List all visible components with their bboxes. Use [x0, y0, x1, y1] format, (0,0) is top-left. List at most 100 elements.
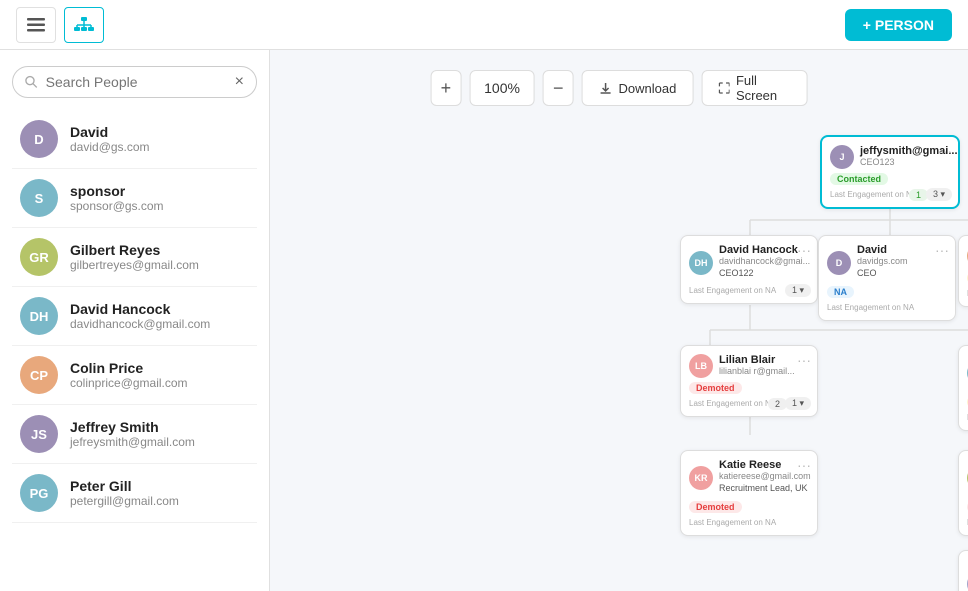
- node-avatar-lb: LB: [689, 354, 713, 378]
- node-avatar-dh: DH: [689, 251, 713, 275]
- person-info: Peter Gill petergill@gmail.com: [70, 478, 179, 508]
- search-box: ×: [12, 66, 257, 98]
- list-view-tab[interactable]: [16, 7, 56, 43]
- person-email: petergill@gmail.com: [70, 494, 179, 508]
- person-info: Colin Price colinprice@gmail.com: [70, 360, 188, 390]
- node-badge: Contacted: [830, 173, 888, 185]
- main-content: × D David david@gs.com S sponsor sponsor…: [0, 50, 968, 591]
- node-badge-kr: Demoted: [689, 501, 742, 513]
- person-item-s[interactable]: S sponsor sponsor@gs.com: [12, 169, 257, 228]
- node-footer-d: Last Engagement on NA: [827, 303, 947, 312]
- person-avatar: GR: [20, 238, 58, 276]
- org-chart-tab[interactable]: [64, 7, 104, 43]
- person-info: David david@gs.com: [70, 124, 150, 154]
- gilbert-reyes-node: ··· GR Gilbert Reyes gilbertreyes@gmai..…: [958, 450, 968, 536]
- node-avatar-kr: KR: [689, 466, 713, 490]
- search-input[interactable]: [46, 74, 227, 90]
- node-avatar: J: [830, 145, 854, 169]
- node-email-d: davidgs.com: [857, 256, 908, 266]
- person-info: David Hancock davidhancock@gmail.com: [70, 301, 210, 331]
- node-count2[interactable]: 3 ▾: [926, 188, 952, 201]
- fullscreen-button[interactable]: Full Screen: [701, 70, 807, 106]
- person-avatar: DH: [20, 297, 58, 335]
- person-name: Jeffrey Smith: [70, 419, 195, 435]
- node-badge-d: NA: [827, 286, 854, 298]
- list-icon: [27, 18, 45, 32]
- node-more-root[interactable]: ···: [938, 143, 952, 159]
- people-list: D David david@gs.com S sponsor sponsor@g…: [12, 110, 257, 523]
- person-item-d[interactable]: D David david@gs.com: [12, 110, 257, 169]
- toolbar: + PERSON: [0, 0, 968, 50]
- person-email: jefreysmith@gmail.com: [70, 435, 195, 449]
- download-label: Download: [619, 81, 677, 96]
- person-email: gilbertreyes@gmail.com: [70, 258, 199, 272]
- david-node: ··· D David davidgs.com CEO NA Last Enga…: [818, 235, 956, 321]
- person-info: sponsor sponsor@gs.com: [70, 183, 164, 213]
- add-person-label: + PERSON: [863, 17, 934, 33]
- node-count-lb[interactable]: 1 ▾: [785, 397, 811, 410]
- download-icon: [599, 81, 613, 95]
- node-count-dh[interactable]: 1 ▾: [785, 284, 811, 297]
- canvas-controls: + 100% − Download Full Screen: [431, 70, 808, 106]
- person-name: Peter Gill: [70, 478, 179, 494]
- node-role-dh: CEO122: [719, 268, 810, 278]
- canvas-area: + 100% − Download Full Screen: [270, 50, 968, 591]
- person-email: sponsor@gs.com: [70, 199, 164, 213]
- colin-price-node: ··· CP Colin Price colinprice@gmail.com …: [958, 235, 968, 307]
- node-more-dh[interactable]: ···: [797, 242, 811, 258]
- node-avatar-d: D: [827, 251, 851, 275]
- person-email: davidhancock@gmail.com: [70, 317, 210, 331]
- node-more-d[interactable]: ···: [935, 242, 949, 258]
- person-avatar: JS: [20, 415, 58, 453]
- person-item-cp[interactable]: CP Colin Price colinprice@gmail.com: [12, 346, 257, 405]
- person-info: Jeffrey Smith jefreysmith@gmail.com: [70, 419, 195, 449]
- person-item-dh[interactable]: DH David Hancock davidhancock@gmail.com: [12, 287, 257, 346]
- node-email-lb: lilianblai r@gmail...: [719, 366, 795, 376]
- org-chart-icon: [74, 17, 94, 33]
- person-avatar: CP: [20, 356, 58, 394]
- node-header-kr: KR Katie Reese katiereese@gmail.com Recr…: [689, 459, 809, 497]
- view-tabs: [16, 7, 104, 43]
- person-avatar: S: [20, 179, 58, 217]
- person-info: Gilbert Reyes gilbertreyes@gmail.com: [70, 242, 199, 272]
- clear-search-button[interactable]: ×: [235, 73, 244, 91]
- node-more-lb[interactable]: ···: [797, 352, 811, 368]
- node-name-lb: Lilian Blair: [719, 354, 795, 366]
- katie-reese-node: ··· KR Katie Reese katiereese@gmail.com …: [680, 450, 818, 536]
- peter-gill-node: ··· PG Peter Gill petergill@gmail.com CE…: [958, 345, 968, 431]
- node-name-d: David: [857, 244, 908, 256]
- add-person-button[interactable]: + PERSON: [845, 9, 952, 41]
- christopher-marks-node: ··· CM Christopher Marks christophermark…: [958, 550, 968, 591]
- person-name: David Hancock: [70, 301, 210, 317]
- person-name: David: [70, 124, 150, 140]
- zoom-out-button[interactable]: −: [543, 70, 574, 106]
- person-avatar: PG: [20, 474, 58, 512]
- fullscreen-icon: [718, 81, 730, 95]
- person-item-gr[interactable]: GR Gilbert Reyes gilbertreyes@gmail.com: [12, 228, 257, 287]
- zoom-in-button[interactable]: +: [431, 70, 462, 106]
- person-name: Gilbert Reyes: [70, 242, 199, 258]
- person-name: Colin Price: [70, 360, 188, 376]
- node-header-dh: DH David Hancock davidhancock@gmai... CE…: [689, 244, 809, 282]
- person-avatar: D: [20, 120, 58, 158]
- lilian-blair-node: ··· LB Lilian Blair lilianblai r@gmail..…: [680, 345, 818, 417]
- node-role-kr: Recruitment Lead, UK: [719, 483, 811, 493]
- people-sidebar: × D David david@gs.com S sponsor sponsor…: [0, 50, 270, 591]
- person-email: colinprice@gmail.com: [70, 376, 188, 390]
- person-item-pg[interactable]: PG Peter Gill petergill@gmail.com: [12, 464, 257, 523]
- david-hancock-node: ··· DH David Hancock davidhancock@gmai..…: [680, 235, 818, 304]
- download-button[interactable]: Download: [582, 70, 694, 106]
- node-role-d: CEO: [857, 268, 908, 278]
- node-header-lb: LB Lilian Blair lilianblai r@gmail...: [689, 354, 809, 378]
- node-badge-lb: Demoted: [689, 382, 742, 394]
- search-icon: [25, 75, 38, 89]
- root-node: ··· J jeffysmith@gmai... CEO123 Contacte…: [820, 135, 960, 209]
- node-header-d: D David davidgs.com CEO: [827, 244, 947, 282]
- node-footer-kr: Last Engagement on NA: [689, 518, 809, 527]
- person-name: sponsor: [70, 183, 164, 199]
- person-email: david@gs.com: [70, 140, 150, 154]
- fullscreen-label: Full Screen: [736, 73, 790, 103]
- node-more-kr[interactable]: ···: [797, 457, 811, 473]
- person-item-js[interactable]: JS Jeffrey Smith jefreysmith@gmail.com: [12, 405, 257, 464]
- node-header: J jeffysmith@gmai... CEO123: [830, 145, 950, 169]
